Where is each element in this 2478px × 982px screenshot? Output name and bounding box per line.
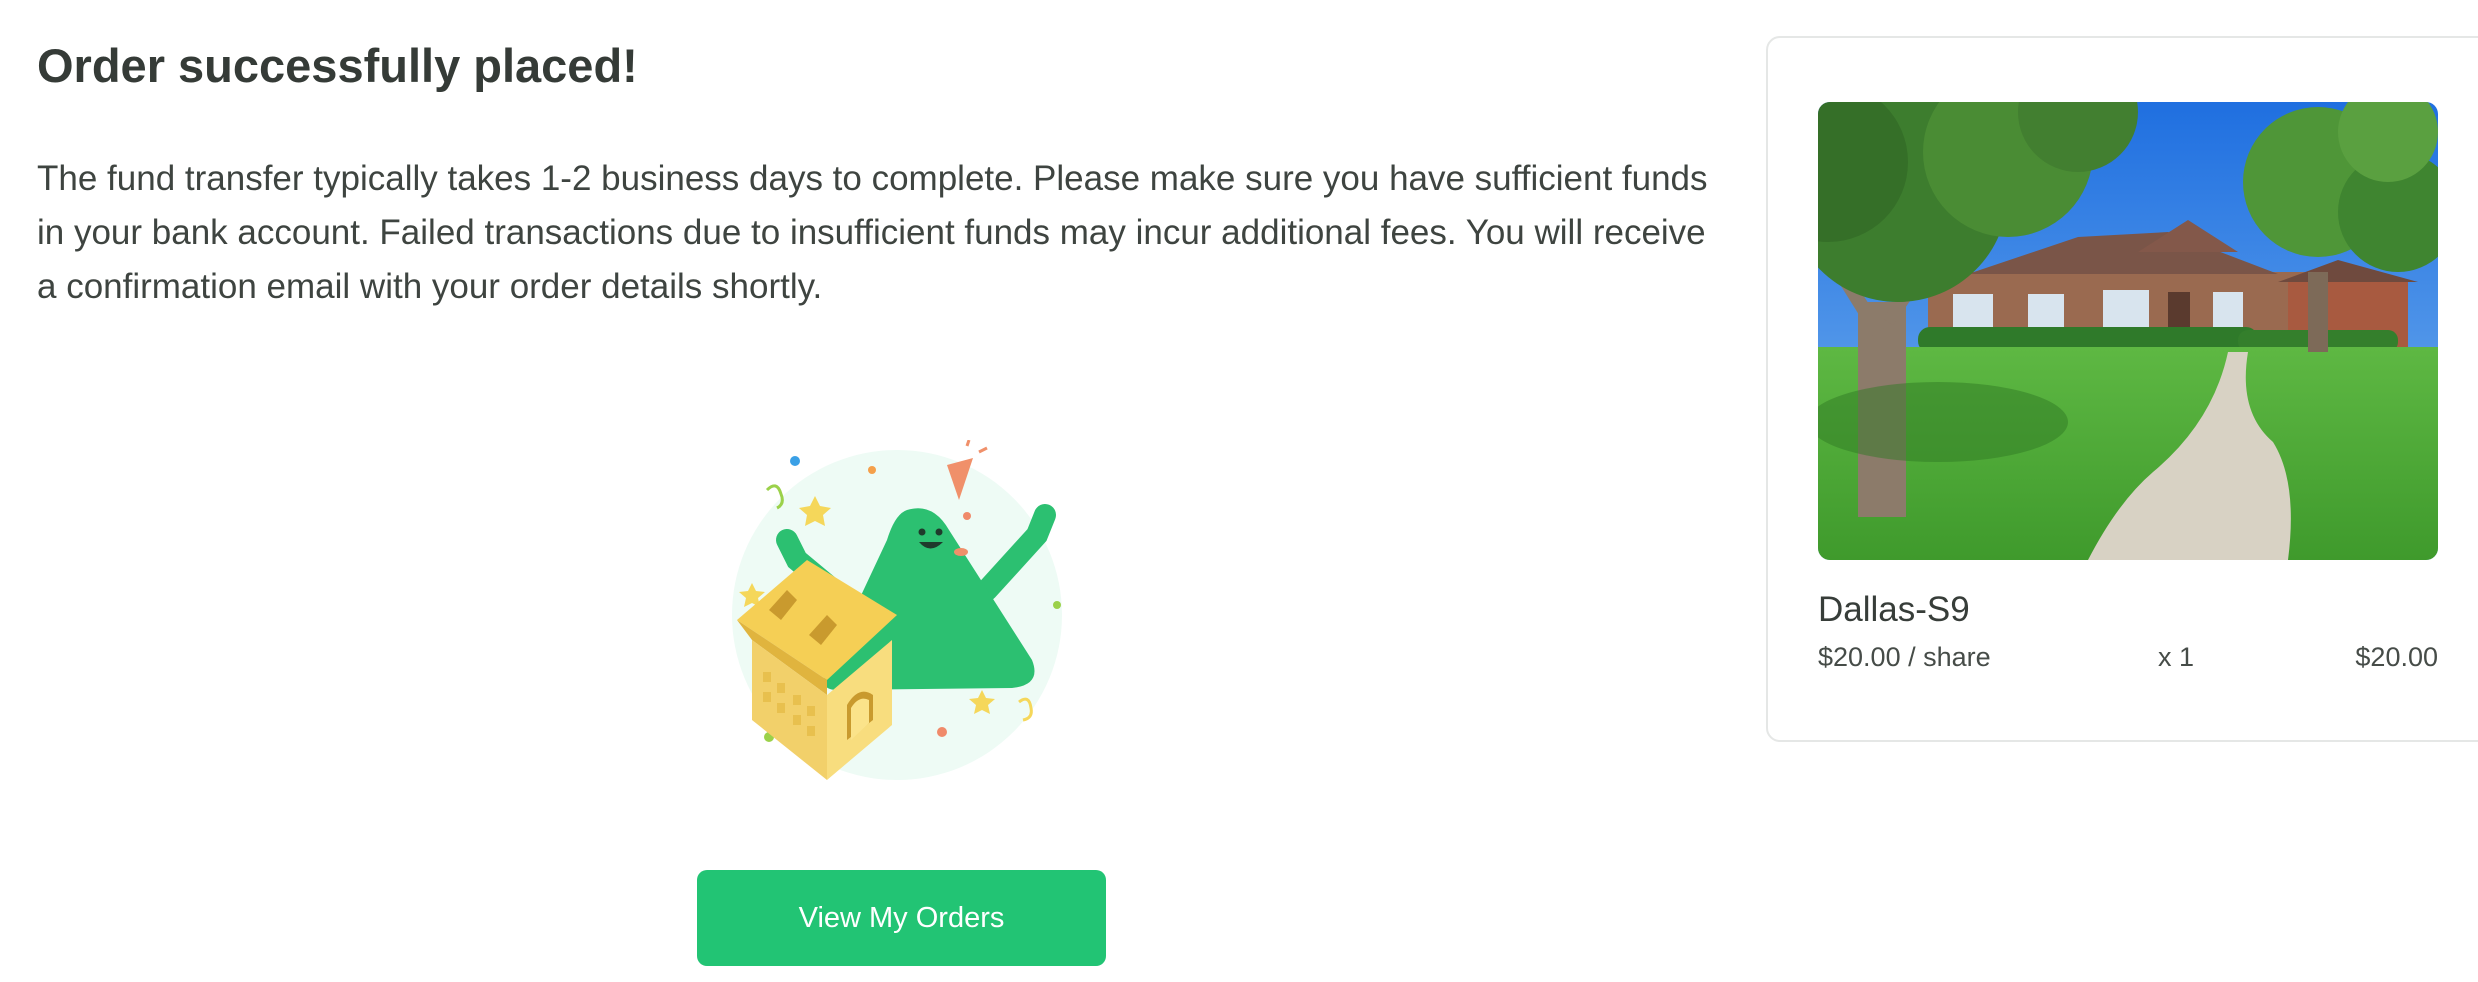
order-confirmation-page: Order successfully placed! The fund tran…	[0, 0, 2478, 982]
celebration-graphic	[732, 439, 1062, 780]
celebration-illustration	[697, 439, 1077, 790]
page-title: Order successfully placed!	[37, 39, 638, 92]
property-name: Dallas-S9	[1818, 590, 1970, 629]
property-photo-image	[1818, 102, 2438, 560]
view-my-orders-button[interactable]: View My Orders	[697, 870, 1106, 966]
order-summary-card: Dallas-S9 $20.00 / share x 1 $20.00	[1766, 36, 2478, 742]
confirmation-message: The fund transfer typically takes 1-2 bu…	[37, 159, 1708, 306]
line-total: $20.00	[2355, 642, 2438, 672]
price-per-share: $20.00 / share	[1818, 642, 1991, 672]
quantity: x 1	[2158, 642, 2195, 672]
property-photo	[1818, 102, 2438, 560]
